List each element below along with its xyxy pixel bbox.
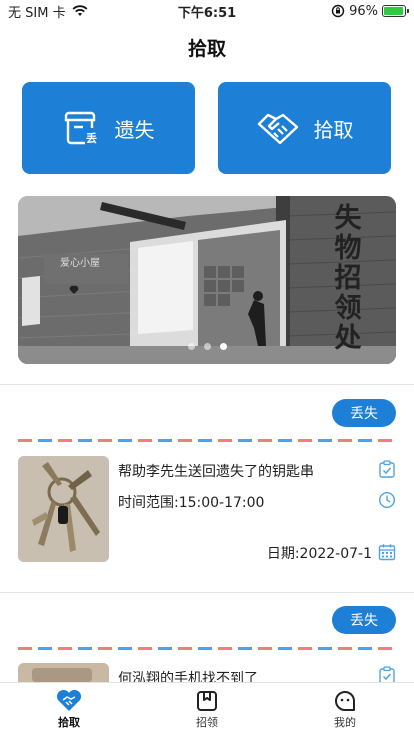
banner-sign: 失 物 招 领 处 [320,204,376,354]
battery-icon [382,5,409,17]
card-tag-lost[interactable]: 丢失 [332,606,396,634]
banner-carousel[interactable]: 爱心小屋 失 物 招 领 处 [18,196,396,364]
card-time-range: 时间范围:15:00-17:00 [118,495,265,511]
verified-clipboard-icon [379,460,395,478]
tab-label: 拾取 [58,715,80,729]
section-divider [0,384,414,385]
battery-percent: 96% [349,3,378,19]
airmail-border [18,439,396,442]
tab-label: 招领 [196,715,218,729]
card-date: 日期:2022-07-1 [266,546,372,562]
status-bar: 无 SIM 卡 下午6:51 96% [0,0,414,22]
handshake-heart-icon [56,689,82,711]
carrier-text: 无 SIM 卡 [8,5,66,21]
card-title[interactable]: 帮助李先生送回遗失了的钥匙串 [118,461,314,481]
tab-label: 我的 [334,715,356,729]
airmail-border [18,647,396,650]
phone-photo[interactable] [18,663,109,682]
calendar-icon [378,544,396,561]
face-icon [335,690,355,711]
sign-char: 招 [334,263,362,294]
verified-clipboard-icon [379,666,395,682]
status-time: 下午6:51 [177,5,237,21]
section-divider [0,592,414,593]
battery-fill [384,7,404,15]
sign-char: 失 [334,203,362,234]
sign-char: 领 [334,293,362,324]
lost-button-label: 遗失 [114,117,155,142]
wifi-icon [72,5,88,16]
carousel-dot[interactable] [203,343,211,350]
keys-photo[interactable] [18,456,109,562]
page-title: 拾取 [187,38,226,60]
card-tag-lost[interactable]: 丢失 [332,399,396,427]
clock-icon [378,491,396,509]
tab-bar: 拾取 招领 我的 [0,682,414,736]
orientation-lock-icon [331,4,345,18]
carousel-dot-active[interactable] [219,343,227,350]
tab-pickup[interactable]: 拾取 [0,683,138,736]
box-icon [197,690,217,711]
sign-char: 物 [334,233,362,264]
status-left: 无 SIM 卡 [8,2,138,21]
lost-box-icon: 丢 [64,111,97,145]
found-button-label: 拾取 [313,117,354,142]
carousel-dot[interactable] [187,343,195,350]
carousel-indicator [18,343,396,350]
found-button[interactable]: 拾取 [218,82,391,174]
tab-claim[interactable]: 招领 [138,683,276,736]
banner-small-sign: 爱心小屋 [60,258,100,269]
lost-button[interactable]: 丢 遗失 [22,82,195,174]
tab-mine[interactable]: 我的 [276,683,414,736]
handshake-icon [257,113,298,145]
lost-box-badge: 丢 [86,131,97,145]
status-right: 96% [276,3,409,19]
